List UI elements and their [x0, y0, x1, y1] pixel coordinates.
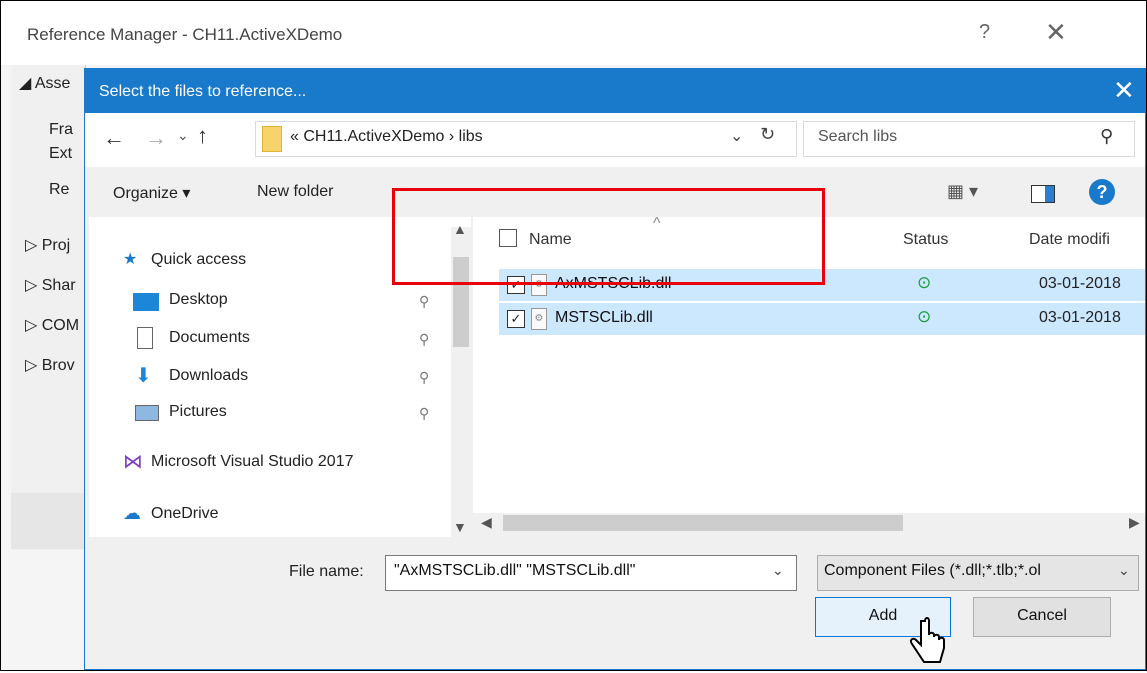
- recent-locations-chevron-icon[interactable]: ⌄: [177, 127, 189, 144]
- dialog-close-icon[interactable]: ✕: [1113, 75, 1135, 106]
- file-name-label: File name:: [289, 563, 364, 580]
- pin-icon[interactable]: ⚲: [419, 369, 429, 386]
- chevron-down-icon[interactable]: ⌄: [772, 562, 784, 579]
- hand-cursor-icon: [909, 617, 945, 663]
- file-name-value[interactable]: "AxMSTSCLib.dll" "MSTSCLib.dll": [394, 562, 635, 580]
- nav-item-visual-studio[interactable]: Microsoft Visual Studio 2017: [151, 453, 353, 471]
- navigation-bar: ← → ⌄ ↑ « CH11.ActiveXDemo › libs ⌄ ↻ Se…: [85, 113, 1145, 167]
- reference-category-panel: ◢ Asse Fra Ext Re ▷ Proj ▷ Shar ▷ COM ▷ …: [11, 65, 86, 550]
- nav-item-pictures[interactable]: Pictures: [169, 403, 227, 421]
- file-name[interactable]: MSTSCLib.dll: [555, 309, 653, 327]
- address-dropdown-icon[interactable]: ⌄: [730, 126, 743, 146]
- category-shared-projects[interactable]: ▷ Shar: [25, 275, 76, 295]
- nav-item-onedrive[interactable]: OneDrive: [151, 505, 219, 523]
- organize-button[interactable]: Organize ▾: [113, 183, 190, 203]
- pictures-icon: [135, 405, 159, 421]
- back-arrow-icon[interactable]: ←: [103, 125, 125, 151]
- row-checkbox[interactable]: ✓: [507, 310, 525, 328]
- sync-status-icon: ⊙: [917, 307, 932, 326]
- nav-item-desktop[interactable]: Desktop: [169, 291, 228, 309]
- dialog-title-bar: Select the files to reference... ✕: [85, 69, 1145, 113]
- category-recent[interactable]: Re: [49, 181, 69, 199]
- outer-title-bar: Reference Manager - CH11.ActiveXDemo ? ✕: [1, 1, 1146, 65]
- preview-pane-icon[interactable]: [1031, 185, 1055, 203]
- file-list-scrollbar[interactable]: ◀ ▶: [473, 513, 1145, 533]
- selection-highlight-box: [392, 188, 825, 285]
- table-row[interactable]: ✓ ⚙ MSTSCLib.dll ⊙ 03-01-2018: [499, 303, 1145, 335]
- address-bar[interactable]: « CH11.ActiveXDemo › libs ⌄ ↻: [255, 121, 797, 157]
- left-panel-footer: [11, 493, 85, 549]
- refresh-icon[interactable]: ↻: [760, 124, 775, 145]
- file-name-input[interactable]: "AxMSTSCLib.dll" "MSTSCLib.dll" ⌄: [385, 555, 797, 591]
- category-assemblies[interactable]: ◢ Asse: [19, 73, 70, 93]
- nav-item-downloads[interactable]: Downloads: [169, 367, 248, 385]
- category-projects[interactable]: ▷ Proj: [25, 235, 70, 255]
- file-type-value[interactable]: Component Files (*.dll;*.tlb;*.ol: [824, 562, 1041, 580]
- close-icon[interactable]: ✕: [1045, 17, 1067, 48]
- dialog-title: Select the files to reference...: [99, 83, 307, 100]
- scroll-down-icon[interactable]: ▼: [453, 519, 467, 535]
- pin-icon[interactable]: ⚲: [419, 331, 429, 348]
- file-date: 03-01-2018: [1039, 309, 1121, 326]
- visual-studio-icon: ⋈: [123, 451, 143, 473]
- category-browse[interactable]: ▷ Brov: [25, 355, 75, 375]
- scroll-thumb[interactable]: [503, 515, 903, 531]
- new-folder-button[interactable]: New folder: [257, 183, 333, 201]
- nav-item-quick-access[interactable]: Quick access: [151, 251, 246, 269]
- pin-icon[interactable]: ⚲: [419, 405, 429, 422]
- outer-window-title: Reference Manager - CH11.ActiveXDemo: [27, 25, 343, 44]
- column-status[interactable]: Status: [903, 231, 948, 249]
- file-date: 03-01-2018: [1039, 275, 1121, 292]
- select-files-dialog: Select the files to reference... ✕ ← → ⌄…: [84, 68, 1146, 670]
- dll-file-icon: ⚙: [531, 308, 547, 330]
- documents-icon: [137, 327, 153, 349]
- folder-icon: [262, 126, 282, 152]
- chevron-down-icon[interactable]: ⌄: [1118, 562, 1130, 579]
- scroll-right-icon[interactable]: ▶: [1129, 514, 1140, 531]
- category-framework[interactable]: Fra: [49, 121, 73, 139]
- downloads-icon: ⬇: [135, 365, 152, 387]
- category-com[interactable]: ▷ COM: [25, 315, 79, 335]
- search-input[interactable]: Search libs ⚲: [803, 121, 1135, 157]
- nav-item-documents[interactable]: Documents: [169, 329, 250, 347]
- help-icon[interactable]: ?: [979, 21, 990, 44]
- help-icon[interactable]: ?: [1089, 179, 1115, 205]
- cancel-button-label: Cancel: [1017, 607, 1067, 624]
- change-view-icon[interactable]: ▦ ▾: [947, 181, 978, 202]
- sync-status-icon: ⊙: [917, 273, 932, 292]
- forward-arrow-icon[interactable]: →: [145, 125, 167, 151]
- category-extensions[interactable]: Ext: [49, 145, 72, 163]
- column-date-modified[interactable]: Date modifi: [1029, 231, 1110, 249]
- up-arrow-icon[interactable]: ↑: [197, 123, 208, 149]
- star-icon: ★: [123, 251, 138, 268]
- file-type-select[interactable]: Component Files (*.dll;*.tlb;*.ol ⌄: [817, 555, 1139, 591]
- address-path[interactable]: « CH11.ActiveXDemo › libs: [290, 128, 483, 146]
- search-icon[interactable]: ⚲: [1100, 126, 1113, 147]
- pin-icon[interactable]: ⚲: [419, 293, 429, 310]
- scroll-left-icon[interactable]: ◀: [481, 514, 492, 531]
- cancel-button[interactable]: Cancel: [973, 597, 1111, 637]
- desktop-icon: [133, 293, 159, 311]
- search-placeholder: Search libs: [818, 128, 898, 145]
- onedrive-icon: ☁: [123, 503, 141, 523]
